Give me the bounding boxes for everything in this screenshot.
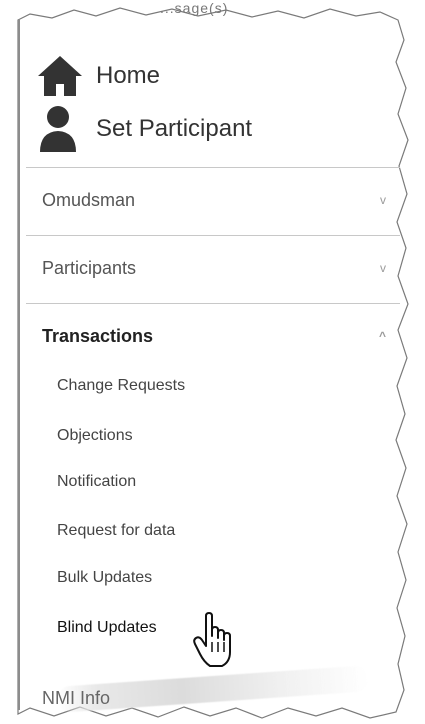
chevron-down-icon: v (380, 261, 386, 275)
hand-pointer-icon (192, 612, 238, 675)
nav-home[interactable]: Home (34, 50, 160, 102)
menu-item-objections[interactable]: Objections (57, 421, 133, 451)
divider (26, 235, 400, 236)
section-participants-label: Participants (42, 257, 137, 278)
menu-item-change-requests[interactable]: Change Requests (57, 371, 185, 401)
section-nmi-info-partial[interactable]: NMI Info (42, 688, 110, 709)
cut-header-text: ...sage(s) (160, 0, 229, 16)
nav-set-participant[interactable]: Set Participant (34, 103, 252, 155)
divider (26, 303, 400, 304)
panel-left-border (18, 20, 20, 710)
person-icon (34, 103, 86, 155)
chevron-down-icon: v (380, 193, 386, 207)
chevron-up-icon: ^ (378, 329, 386, 343)
menu-item-request-for-data[interactable]: Request for data (57, 516, 175, 546)
menu-item-blind-updates[interactable]: Blind Updates (57, 613, 157, 643)
section-omudsman-label: Omudsman (42, 189, 136, 210)
home-icon (34, 50, 86, 102)
nav-set-participant-label: Set Participant (96, 115, 253, 142)
divider (26, 167, 400, 168)
menu-item-bulk-updates[interactable]: Bulk Updates (57, 563, 152, 593)
section-transactions-label: Transactions (42, 325, 154, 346)
section-transactions[interactable]: Transactions ^ (42, 316, 394, 356)
nav-home-label: Home (96, 62, 161, 89)
menu-item-notification[interactable]: Notification (57, 467, 136, 497)
section-participants[interactable]: Participants v (42, 248, 394, 288)
section-omudsman[interactable]: Omudsman v (42, 180, 394, 220)
